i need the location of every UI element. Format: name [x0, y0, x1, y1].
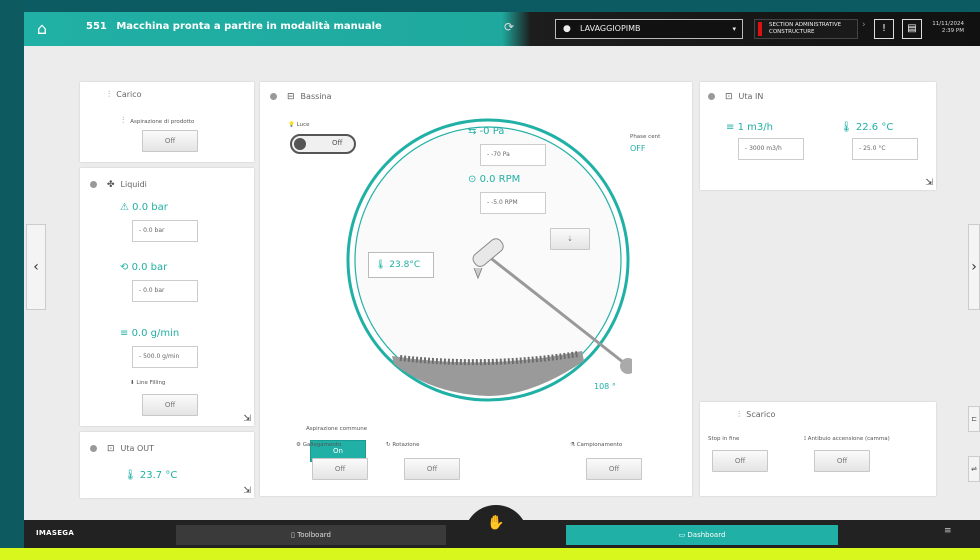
stop-label: Stop in fine [708, 436, 740, 442]
tab-dashboard[interactable]: ▭ Dashboard [566, 525, 838, 545]
campionamento-button[interactable]: Off [586, 458, 642, 480]
expand-corner-icon[interactable]: ⇲ [236, 484, 254, 498]
chevron-down-icon: ▾ [732, 25, 736, 33]
antibuio-label: ⟟ Antibuio accensione (camma) [804, 436, 890, 442]
pressure-input[interactable]: - -70 Pa [480, 144, 546, 166]
expand-corner-icon[interactable]: ⇲ [236, 412, 254, 426]
top-bar: ⌂ 551 Macchina pronta a partire in modal… [24, 12, 980, 46]
toggle-knob [294, 138, 306, 150]
program-select-value: LAVAGGIOPIMB [580, 24, 641, 33]
side-tool-1-icon[interactable]: ⊏ [968, 406, 980, 432]
drum-angle: 108 ° [594, 382, 616, 391]
status-dot [270, 93, 277, 100]
status-dot [708, 93, 715, 100]
liquidi-panel: ✤ Liquidi ⚠ 0.0 bar - 0.0 bar ⟲ 0.0 bar -… [80, 168, 254, 426]
prev-page-arrow[interactable]: ‹ [26, 224, 46, 310]
pressure-value: ⇆ -0 Pa [468, 126, 505, 137]
filling-label: ⬇ Line Filling [130, 380, 166, 386]
rpm-input[interactable]: - -5.0 RPM [480, 192, 546, 214]
gallegamento-button[interactable]: Off [312, 458, 368, 480]
uta-in-temp-input[interactable]: - 25.0 °C [852, 138, 918, 160]
bottom-strip [0, 548, 980, 560]
uta-in-temp: 🌡 22.6 °C [840, 122, 894, 133]
flow-input[interactable]: - 500.0 g/min [132, 346, 198, 368]
bassina-panel: ⊟ Bassina 💡 Luce Off ⇆ -0 Pa - -70 Pa ⊙ 0… [260, 82, 692, 496]
uta-in-panel: ⊡ Uta IN ≡ 1 m3/h - 3000 m3/h 🌡 22.6 °C -… [700, 82, 936, 190]
home-icon[interactable]: ⌂ [32, 19, 52, 39]
status-dot [90, 445, 97, 452]
liquid-icon: ✤ [107, 180, 115, 190]
carico-title: ⫶ Carico [108, 90, 142, 100]
pressure1-value: ⚠ 0.0 bar [120, 202, 168, 213]
air-unit-icon: ⊡ [107, 444, 115, 454]
alarm-indicator [758, 22, 762, 36]
suction-icon: ⫶ [122, 116, 125, 126]
alarm-banner[interactable]: SECTION ADMINISTRATIVE CONSTRUCTURE [754, 19, 858, 39]
uta-in-flow-input[interactable]: - 3000 m3/h [738, 138, 804, 160]
flow-value: ≡ 0.0 g/min [120, 328, 180, 339]
carico-button[interactable]: Off [142, 130, 198, 152]
datetime: 11/11/2024 2:39 PM [930, 21, 964, 35]
pressure1-input[interactable]: - 0.0 bar [132, 220, 198, 242]
unload-icon: ⫶ [738, 410, 741, 420]
rotazione-button[interactable]: Off [404, 458, 460, 480]
status-dot [90, 181, 97, 188]
phase-label: Phase cent [630, 134, 661, 140]
menu-grid-icon[interactable]: ▤ [902, 19, 922, 39]
phase-value: OFF [630, 144, 646, 153]
filling-button[interactable]: Off [142, 394, 198, 416]
program-select[interactable]: ● LAVAGGIOPIMB ▾ [555, 19, 743, 39]
aspirazione-label: Aspirazione commune [306, 426, 368, 432]
drum-icon: ⊟ [287, 92, 295, 102]
expand-corner-icon[interactable]: ⇲ [918, 176, 936, 190]
status-text: Macchina pronta a partire in modalità ma… [116, 21, 382, 32]
air-unit-icon: ⊡ [725, 92, 733, 102]
uta-out-panel: ⊡ Uta OUT 🌡 23.7 °C ⇲ [80, 432, 254, 498]
alarm-expand-icon[interactable]: › [862, 20, 866, 30]
alarm-line2: CONSTRUCTURE [769, 29, 815, 35]
menu-icon[interactable]: ≡ [944, 526, 952, 536]
carico-panel: ⫶ Carico ⫶ Aspirazione di prodotto Off [80, 82, 254, 162]
campionamento-label: ⚗ Campionamento [570, 442, 623, 448]
load-icon: ⫶ [108, 90, 111, 100]
refresh-icon[interactable]: ⟳ [500, 20, 518, 38]
tab-toolboard[interactable]: ▯ Toolboard [176, 525, 446, 545]
next-page-arrow[interactable]: › [968, 224, 980, 310]
antibuio-button[interactable]: Off [814, 450, 870, 472]
side-tool-2-icon[interactable]: ⇌ [968, 456, 980, 482]
pressure2-value: ⟲ 0.0 bar [120, 262, 168, 273]
toggle-value: Off [332, 139, 343, 147]
alarm-line1: SECTION ADMINISTRATIVE [769, 22, 842, 28]
brand-logo: IMASEGA [36, 529, 75, 537]
luce-label: 💡 Luce [288, 122, 310, 128]
uta-out-title: ⊡ Uta OUT [90, 444, 154, 454]
time-text: 2:39 PM [941, 28, 964, 34]
drum-temp-box: 🌡 23.8°C [368, 252, 434, 278]
date-text: 11/11/2024 [932, 21, 964, 27]
stop-button[interactable]: Off [712, 450, 768, 472]
uta-in-flow: ≡ 1 m3/h [726, 122, 773, 133]
uta-out-temp: 🌡 23.7 °C [124, 470, 178, 481]
rpm-value: ⊙ 0.0 RPM [468, 174, 521, 185]
uta-in-title: ⊡ Uta IN [708, 92, 763, 102]
status-code: 551 [86, 21, 107, 32]
nozzle-action-button[interactable]: ⇣ [550, 228, 590, 250]
luce-toggle[interactable]: Off [290, 134, 356, 154]
carico-sub-label: ⫶ Aspirazione di prodotto [122, 116, 195, 126]
gallegamento-label: ⚙ Gallegamento [296, 442, 342, 448]
pressure2-input[interactable]: - 0.0 bar [132, 280, 198, 302]
machine-status: 551 Macchina pronta a partire in modalit… [86, 21, 382, 32]
drop-icon: ● [563, 24, 571, 34]
dashboard-main: ⫶ Carico ⫶ Aspirazione di prodotto Off ✤ Li… [24, 46, 980, 520]
warning-button[interactable]: ! [874, 19, 894, 39]
scarico-title: ⫶ Scarico [738, 410, 776, 420]
scarico-panel: ⫶ Scarico Stop in fine Off ⟟ Antibuio acc… [700, 402, 936, 496]
liquidi-title: ✤ Liquidi [90, 180, 147, 190]
rotazione-label: ↻ Rotazione [386, 442, 420, 448]
bassina-title: ⊟ Bassina [270, 92, 331, 102]
